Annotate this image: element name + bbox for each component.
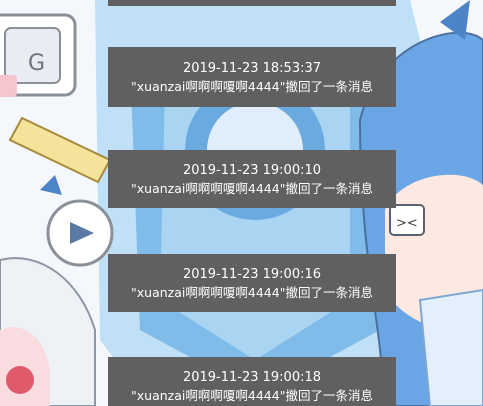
svg-text:G: G — [28, 51, 45, 76]
ruler-icon — [8, 116, 112, 184]
tv-face-icon: >< — [389, 204, 425, 236]
recall-notice: 2019-11-23 19:00:16 "xuanzai啊啊啊嗄啊4444"撤回… — [108, 254, 396, 312]
recall-notice: 2019-11-23 19:00:10 "xuanzai啊啊啊嗄啊4444"撤回… — [108, 150, 396, 208]
svg-text:><: >< — [396, 216, 418, 231]
recall-notice-partial — [108, 0, 396, 6]
chat-window: G >< 2019-11-23 18:53:37 "xuanzai啊啊啊嗄啊44 — [0, 0, 483, 406]
notice-message: "xuanzai啊啊啊嗄啊4444"撤回了一条消息 — [131, 79, 373, 94]
notice-message: "xuanzai啊啊啊嗄啊4444"撤回了一条消息 — [131, 388, 373, 403]
recall-notice: 2019-11-23 19:00:18 "xuanzai啊啊啊嗄啊4444"撤回… — [108, 357, 396, 406]
notice-message: "xuanzai啊啊啊嗄啊4444"撤回了一条消息 — [131, 285, 373, 300]
notice-message: "xuanzai啊啊啊嗄啊4444"撤回了一条消息 — [131, 181, 373, 196]
tv-mascot-icon: G — [0, 13, 77, 97]
recall-notice: 2019-11-23 18:53:37 "xuanzai啊啊啊嗄啊4444"撤回… — [108, 47, 396, 107]
notice-timestamp: 2019-11-23 19:00:18 — [182, 370, 322, 385]
notice-timestamp: 2019-11-23 19:00:10 — [182, 163, 322, 178]
notice-timestamp: 2019-11-23 18:53:37 — [182, 61, 322, 76]
notice-timestamp: 2019-11-23 19:00:16 — [182, 267, 322, 282]
